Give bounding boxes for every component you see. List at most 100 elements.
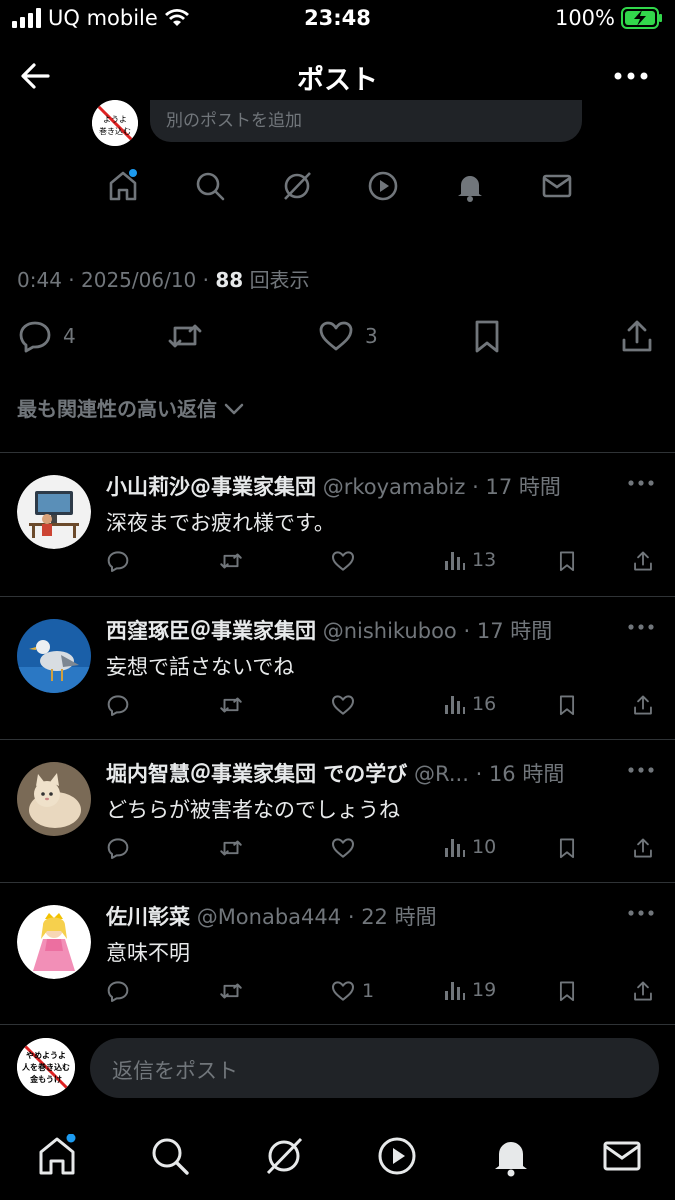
bookmark-icon [559,695,575,716]
battery-percent: 100% [554,6,615,30]
bell-icon[interactable] [452,168,488,204]
grok-icon[interactable] [262,1134,306,1178]
reply-item[interactable]: 佐川彰菜 @Monaba444 · 22 時間 意味不明 1 19 [0,883,675,1025]
bookmark-icon [559,551,575,572]
repost-button[interactable] [165,318,205,354]
share-button[interactable] [632,549,654,573]
share-icon [634,695,652,715]
bookmark-button[interactable] [556,836,578,860]
handle[interactable]: @rkoyamabiz [323,475,466,499]
repost-icon [220,983,242,999]
reply-item[interactable]: 小山莉沙@事業家集団 @rkoyamabiz · 17 時間 深夜までお疲れ様で… [0,453,675,595]
repost-button[interactable] [218,979,244,1003]
analytics-button[interactable]: 13 [444,549,496,571]
search-icon[interactable] [192,168,228,204]
timestamp: 16 時間 [488,762,565,786]
reply-more-button[interactable] [627,623,655,631]
more-icon [614,72,648,80]
analytics-button[interactable]: 19 [444,979,496,1001]
view-count: 13 [472,549,497,571]
home-icon[interactable] [35,1134,79,1178]
chevron-down-icon [224,403,244,414]
reply-more-button[interactable] [627,479,655,487]
handle[interactable]: @nishikuboo [323,619,457,643]
avatar[interactable] [17,905,91,979]
repost-button[interactable] [218,693,244,717]
repost-button[interactable] [218,549,244,573]
view-count: 16 [472,693,497,715]
reply-button[interactable] [106,549,130,573]
reply-item[interactable]: 西窪琢臣＠事業家集団 @nishikuboo · 17 時間 妄想で話さないでね… [0,597,675,739]
reply-button[interactable] [106,979,130,1003]
bell-icon[interactable] [489,1134,533,1178]
svg-text:ようよ: ようよ [103,115,127,124]
avatar[interactable] [17,762,91,836]
like-button[interactable] [330,693,362,717]
like-button[interactable]: 3 [317,318,378,354]
reply-button[interactable] [106,836,130,860]
reply-more-button[interactable] [627,909,655,917]
like-count: 3 [365,324,378,348]
divider [0,1024,675,1025]
avatar[interactable] [17,475,91,549]
display-name[interactable]: 西窪琢臣＠事業家集団 [106,619,316,643]
more-icon [628,767,654,773]
reply-item[interactable]: 堀内智慧＠事業家集団 での学び @R... · 16 時間 どちらが被害者なので… [0,740,675,882]
display-name[interactable]: 堀内智慧＠事業家集団 での学び [106,762,407,786]
bookmark-button[interactable] [469,318,505,354]
bookmark-button[interactable] [556,549,578,573]
bookmark-button[interactable] [556,979,578,1003]
analytics-button[interactable]: 16 [444,693,496,715]
more-icon [628,480,654,486]
repost-icon [168,324,202,348]
share-button[interactable] [632,979,654,1003]
like-button[interactable] [330,836,362,860]
repost-icon [220,840,242,856]
reply-button[interactable]: 4 [17,318,76,354]
reply-header: 西窪琢臣＠事業家集団 @nishikuboo · 17 時間 [106,619,553,643]
like-button[interactable] [330,549,362,573]
reply-button[interactable] [106,693,130,717]
display-name[interactable]: 小山莉沙@事業家集団 [106,475,316,499]
avatar[interactable] [17,619,91,693]
compose-placeholder: 別のポストを追加 [166,111,302,131]
analytics-button[interactable]: 10 [444,836,496,858]
view-count: 19 [472,979,497,1001]
handle[interactable]: @Monaba444 [197,905,341,929]
reply-input[interactable]: 返信をポスト [90,1038,659,1098]
bookmark-icon [559,838,575,859]
handle[interactable]: @R... [414,762,469,786]
battery: 100% [555,6,663,30]
more-icon [628,910,654,916]
post-actions: 4 3 [17,318,658,358]
reply-actions: 10 [106,836,656,866]
compose-input[interactable]: 別のポストを追加 [150,100,582,142]
timestamp: 17 時間 [476,619,553,643]
reply-more-button[interactable] [627,766,655,774]
home-icon[interactable] [105,168,141,204]
analytics-icon [445,839,465,857]
reply-header: 堀内智慧＠事業家集団 での学び @R... · 16 時間 [106,762,565,786]
reply-sort-selector[interactable]: 最も関連性の高い返信 [17,393,245,422]
post-time: 0:44 [17,268,62,292]
share-icon [634,838,652,858]
bookmark-button[interactable] [556,693,578,717]
share-button[interactable] [632,693,654,717]
more-button[interactable] [613,62,653,90]
timestamp: 22 時間 [361,905,437,929]
share-button[interactable] [632,836,654,860]
share-button[interactable] [619,318,655,354]
analytics-icon [445,982,465,1000]
grok-icon[interactable] [279,168,315,204]
reply-text: 妄想で話さないでね [106,655,295,679]
mail-icon[interactable] [600,1134,644,1178]
like-icon [332,981,354,1001]
mail-icon[interactable] [539,168,575,204]
repost-button[interactable] [218,836,244,860]
like-button[interactable]: 1 [330,979,374,1003]
search-icon[interactable] [148,1134,192,1178]
video-icon[interactable] [365,168,401,204]
reply-actions: 16 [106,693,656,723]
video-icon[interactable] [375,1134,419,1178]
display-name[interactable]: 佐川彰菜 [106,905,190,929]
